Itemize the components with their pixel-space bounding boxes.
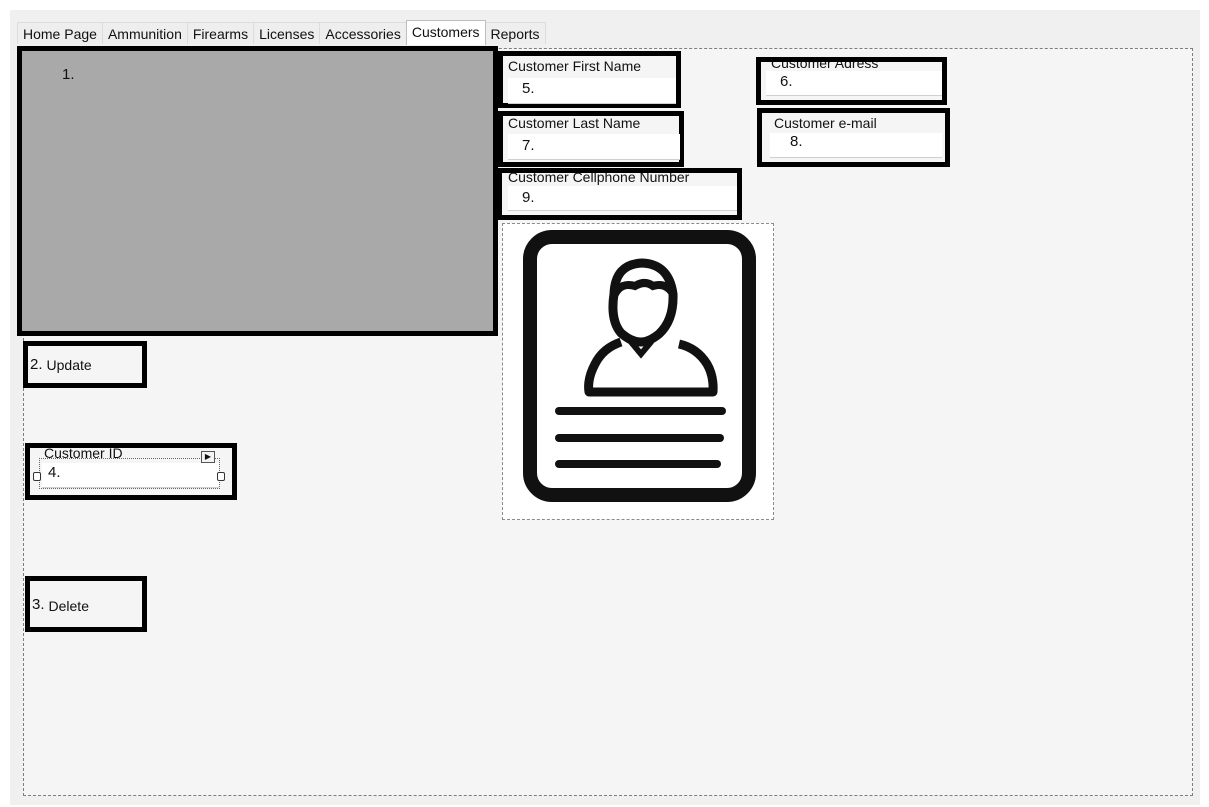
smart-tag-arrow-icon[interactable]: ▶: [201, 451, 215, 463]
update-number-label: 2.: [30, 356, 43, 373]
first-name-number: 5.: [522, 80, 535, 97]
customers-data-grid[interactable]: 1.: [17, 46, 498, 336]
address-input[interactable]: 6.: [766, 71, 942, 96]
address-number: 6.: [780, 73, 793, 90]
grid-number-label: 1.: [62, 66, 75, 83]
address-label: Customer Adress: [771, 62, 879, 71]
first-name-box: Customer First Name 5.: [498, 51, 681, 108]
customer-id-box: Customer ID 4. ▶: [25, 443, 237, 500]
last-name-box: Customer Last Name 7.: [498, 111, 684, 167]
delete-number-label: 3.: [32, 595, 45, 613]
email-number: 8.: [790, 133, 803, 150]
delete-button-label: Delete: [48, 598, 89, 614]
email-label: Customer e-mail: [774, 115, 877, 131]
tab-firearms[interactable]: Firearms: [186, 22, 255, 44]
cellphone-label-clip: Customer Cellphone Number: [502, 173, 737, 185]
tab-licenses[interactable]: Licenses: [253, 22, 321, 44]
resize-handle-right-icon[interactable]: [217, 472, 225, 481]
tab-accessories[interactable]: Accessories: [319, 22, 407, 44]
customer-id-input[interactable]: 4.: [42, 463, 219, 488]
cellphone-number: 9.: [522, 189, 535, 206]
address-label-clip: Customer Adress: [761, 62, 942, 71]
resize-handle-left-icon[interactable]: [33, 472, 41, 481]
first-name-label: Customer First Name: [508, 58, 642, 74]
tab-ammunition[interactable]: Ammunition: [101, 22, 188, 44]
customer-id-number: 4.: [48, 464, 61, 481]
cellphone-box: Customer Cellphone Number 9.: [497, 168, 742, 220]
email-input[interactable]: 8.: [770, 133, 942, 158]
customer-picture-box[interactable]: [502, 223, 774, 520]
tab-home-page[interactable]: Home Page: [17, 22, 103, 44]
tab-bar: Home Page Ammunition Firearms Licenses A…: [17, 20, 546, 45]
last-name-input[interactable]: 7.: [508, 134, 680, 160]
last-name-label: Customer Last Name: [508, 115, 641, 131]
cellphone-input[interactable]: 9.: [508, 186, 737, 211]
address-box: Customer Adress 6.: [756, 57, 947, 105]
tab-reports[interactable]: Reports: [484, 22, 546, 44]
update-button[interactable]: 2. Update: [23, 341, 147, 388]
tab-customers[interactable]: Customers: [405, 20, 486, 45]
update-button-label: Update: [46, 356, 92, 373]
cellphone-label: Customer Cellphone Number: [508, 173, 690, 185]
email-box: Customer e-mail 8.: [757, 108, 950, 167]
last-name-number: 7.: [522, 137, 535, 154]
delete-button[interactable]: 3. Delete: [25, 576, 147, 632]
first-name-input[interactable]: 5.: [508, 78, 676, 104]
customer-profile-card-icon: [523, 230, 756, 502]
